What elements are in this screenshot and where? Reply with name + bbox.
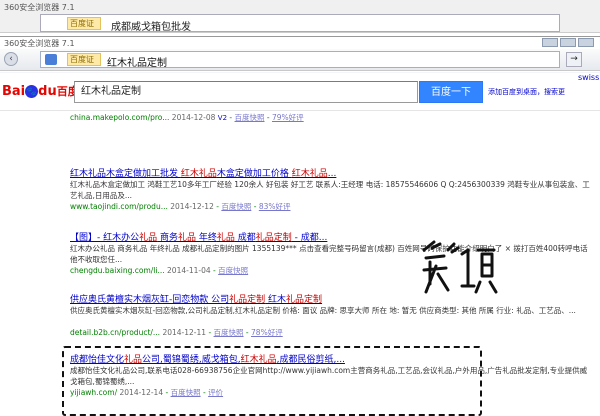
security-badge[interactable]: 百度证	[67, 53, 101, 66]
search-input[interactable]: 红木礼品定制	[74, 81, 418, 103]
result-title-link[interactable]: 供应奥氏黄檀实木烟灰缸-回恋物款 公司礼品定制 红木礼品定制	[70, 292, 590, 305]
result-title-fragment: 红木	[265, 295, 287, 305]
result-title-fragment: 成都	[234, 233, 256, 243]
background-security-badge[interactable]: 百度证	[67, 17, 101, 30]
result-url-line: china.makepolo.com/pro... 2014-12-08 V2 …	[70, 113, 304, 122]
result-date: 2014-11-04	[167, 266, 211, 275]
result-title-fragment: 红木礼品	[291, 169, 328, 179]
result-description: 供应奥氏黄檀实木烟灰缸-回恋物款,公司礼品定制,红木礼品定制 价格: 面议 品牌…	[70, 306, 576, 315]
close-button[interactable]	[578, 38, 594, 47]
rating-link[interactable]: 78%好评	[251, 328, 283, 337]
logo-text-du: du	[38, 84, 57, 99]
background-window-title: 360安全浏览器 7.1	[4, 3, 75, 12]
rating-link[interactable]: 79%好评	[272, 113, 304, 122]
handwritten-page-mark	[422, 240, 498, 294]
address-bar[interactable]: 百度证 红木礼品定制	[40, 51, 560, 69]
corner-text: swiss	[578, 73, 600, 82]
result-title-fragment: 供应奥氏黄檀实木烟灰缸-回恋物款 公司	[70, 295, 230, 305]
result-title-link[interactable]: 【图】- 红木办公礼品 商务礼品 年终礼品 成都礼品定制 - 成都...	[70, 230, 590, 243]
handwritten-highlight-box	[62, 346, 482, 416]
minimize-button[interactable]	[542, 38, 558, 47]
result-title-fragment: 商务	[157, 233, 178, 243]
result-url-line: detail.b2b.cn/product/... 2014-12-11 - 百…	[70, 328, 283, 337]
result-title-fragment: 红木礼品	[180, 169, 217, 179]
result-url[interactable]: www.taojindi.com/produ...	[70, 202, 168, 211]
result-title-fragment: 礼品	[216, 233, 235, 243]
header-links[interactable]: 添加百度到桌面，搜索更	[488, 87, 565, 97]
result-title-fragment: ...	[327, 169, 337, 179]
snapshot-link[interactable]: 百度快照	[221, 202, 251, 211]
result-description: 红木礼品木盒定做加工 鸿鞋工艺10多年工厂经验 120余人 好包装 好工艺 联系…	[70, 180, 590, 200]
result-title-fragment: - 成都...	[291, 233, 328, 243]
url-text: 红木礼品定制	[107, 58, 167, 69]
result-date: 2014-12-12	[170, 202, 214, 211]
result-title-fragment: 礼品	[139, 233, 158, 243]
result-description: 红木办公礼品 商务礼品 年终礼品 成都礼品定制的图片 1355139*** 点击…	[70, 244, 588, 264]
maximize-button[interactable]	[560, 38, 576, 47]
address-toolbar: ‹ 百度证 红木礼品定制 →	[0, 49, 600, 71]
result-title-fragment: 礼品定制	[255, 233, 292, 243]
back-button[interactable]: ‹	[4, 52, 18, 66]
site-icon	[45, 54, 57, 65]
result-title-fragment: 【图】- 红木办公	[70, 233, 140, 243]
window-title: 360安全浏览器 7.1	[4, 39, 75, 48]
result-title-fragment: 礼品	[178, 233, 197, 243]
result-title-link[interactable]: 红木礼品木盒定做加工批发 红木礼品木盒定做加工价格 红木礼品...	[70, 166, 590, 179]
result-url[interactable]: chengdu.baixing.com/li...	[70, 266, 165, 275]
snapshot-link[interactable]: 百度快照	[214, 328, 244, 337]
search-result: 【图】- 红木办公礼品 商务礼品 年终礼品 成都礼品定制 - 成都... 红木办公…	[70, 230, 590, 276]
result-date: 2014-12-08	[171, 113, 216, 122]
search-result: china.makepolo.com/pro... 2014-12-08 V2 …	[70, 112, 590, 123]
search-result: 红木礼品木盒定做加工批发 红木礼品木盒定做加工价格 红木礼品... 红木礼品木盒定…	[70, 166, 590, 212]
result-url-line: www.taojindi.com/produ... 2014-12-12 - 百…	[70, 202, 291, 211]
result-date: 2014-12-11	[162, 328, 207, 337]
logo-text-bai: Bai	[2, 84, 26, 99]
search-button[interactable]: 百度一下	[419, 81, 483, 103]
paw-icon: 🐾	[25, 85, 39, 98]
background-url-text: 成都威戈箱包批发	[111, 22, 191, 33]
snapshot-link[interactable]: 百度快照	[218, 266, 248, 275]
baidu-header: Bai 🐾 du百度 红木礼品定制 百度一下 添加百度到桌面，搜索更 swiss	[0, 73, 600, 111]
result-url-line: chengdu.baixing.com/li... 2014-11-04 - 百…	[70, 266, 249, 275]
rating-link[interactable]: 83%好评	[259, 202, 291, 211]
background-browser-window: 360安全浏览器 7.1 百度证 成都威戈箱包批发	[0, 0, 600, 33]
window-controls	[540, 38, 596, 48]
baidu-logo[interactable]: Bai 🐾 du百度	[2, 83, 79, 101]
result-title-fragment: 红木礼品木盒定做加工批发	[70, 169, 181, 179]
result-title-fragment: 礼品定制	[286, 295, 323, 305]
background-address-bar[interactable]: 百度证 成都威戈箱包批发	[40, 14, 560, 33]
snapshot-link[interactable]: 百度快照	[235, 113, 265, 122]
result-title-fragment: 礼品定制	[229, 295, 266, 305]
result-url[interactable]: detail.b2b.cn/product/...	[70, 328, 160, 337]
result-title-fragment: 木盒定做加工价格	[216, 169, 292, 179]
v2-badge[interactable]: V2	[218, 114, 227, 122]
result-url[interactable]: china.makepolo.com/pro...	[70, 113, 169, 122]
search-result: 供应奥氏黄檀实木烟灰缸-回恋物款 公司礼品定制 红木礼品定制 供应奥氏黄檀实木烟灰…	[70, 292, 590, 338]
result-title-fragment: 年终	[196, 233, 217, 243]
go-button[interactable]: →	[566, 52, 582, 67]
